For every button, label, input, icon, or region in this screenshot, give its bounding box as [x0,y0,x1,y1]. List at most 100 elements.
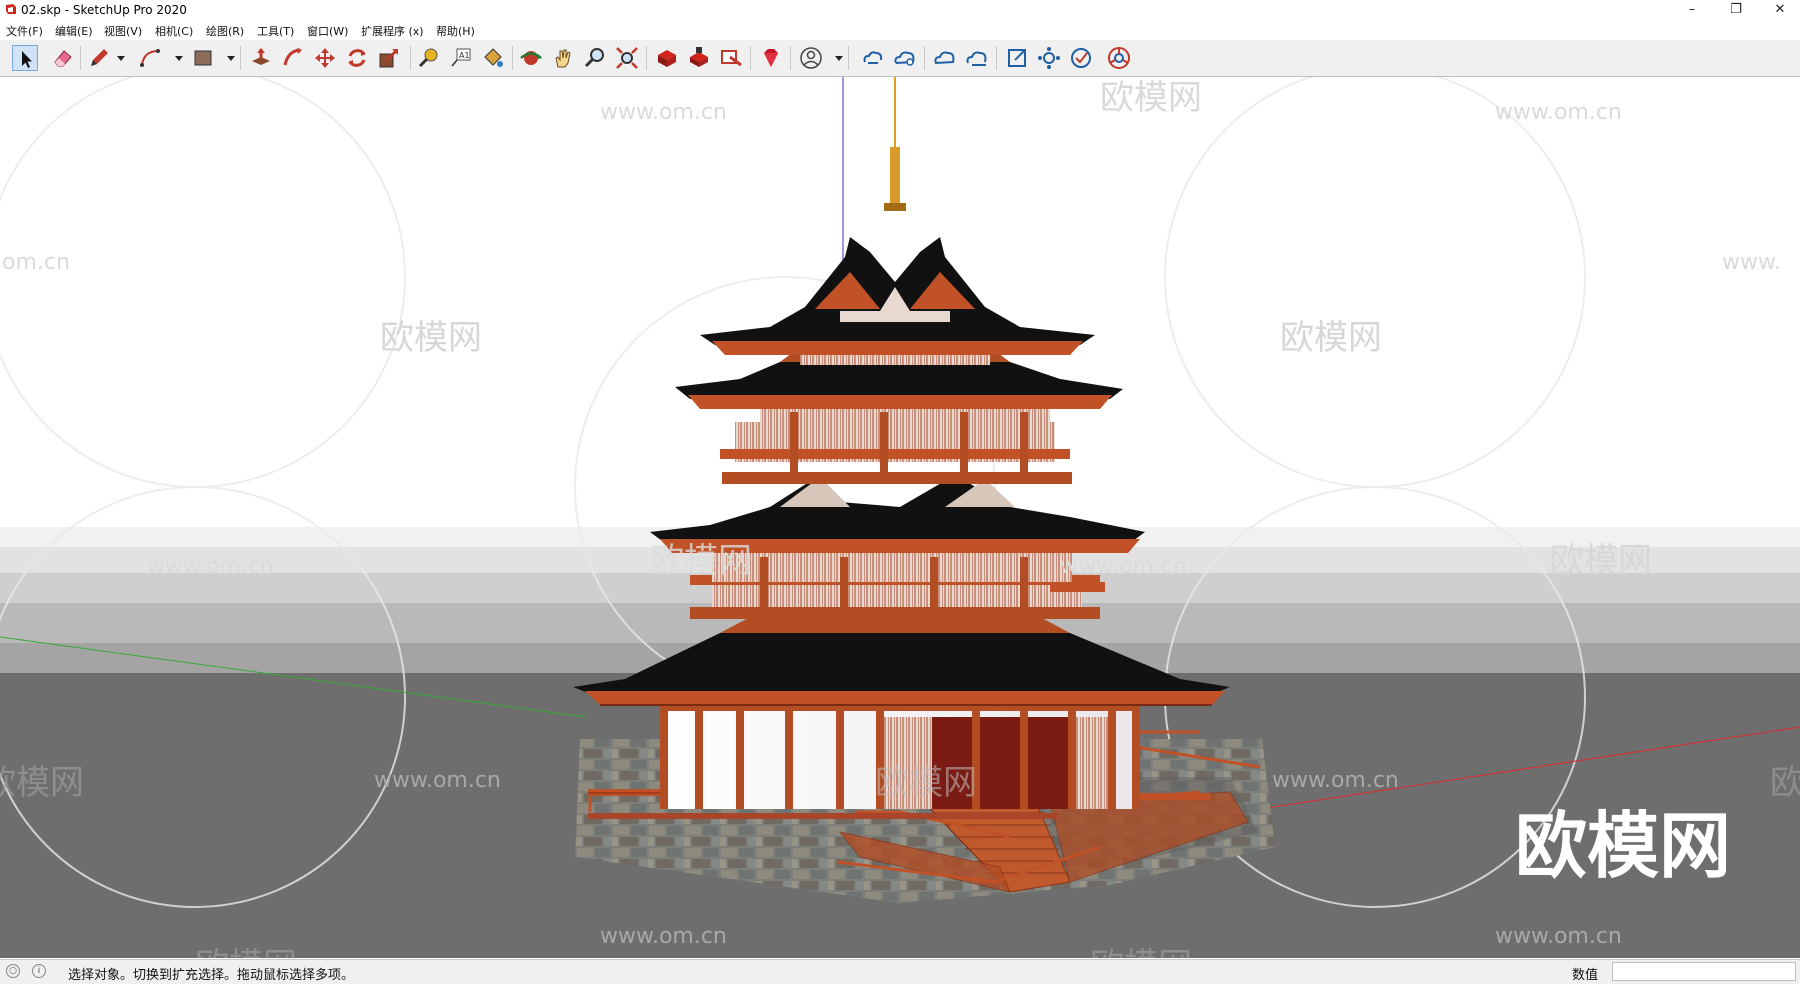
pan-tool-button[interactable] [550,45,576,71]
3d-warehouse-button[interactable] [654,45,680,71]
cloud-sync-icon [863,51,883,64]
watermark-brand: 欧模网 [875,763,977,803]
menu-help[interactable]: 帮助(H) [436,23,475,39]
user-account-icon [800,47,822,69]
ruby-console-button[interactable] [758,45,784,71]
measurements-input[interactable] [1612,962,1796,981]
second-floor [690,547,1105,619]
cloud-download-icon [966,51,987,66]
cloud-upload-button[interactable] [892,45,918,71]
scene-canvas[interactable]: 欧模网 欧模网 欧模网 欧模网 欧模网 欧模网 欧模网 欧模网 欧模网 欧 ww… [0,77,1800,958]
account-button[interactable] [798,45,824,71]
rotate-icon [348,49,366,67]
scale-tool-button[interactable] [376,45,402,71]
measurements-label: 数值 [1572,968,1599,983]
watermark-url: www.om.cn [374,768,501,793]
arc-dropdown[interactable] [166,45,183,71]
check-button[interactable] [1068,45,1094,71]
info-icon[interactable]: i [32,964,46,978]
extension-warehouse-icon [690,47,708,67]
menu-window[interactable]: 窗口(W) [307,23,348,39]
checkmark-circle-icon [1071,48,1091,68]
account-dropdown[interactable] [826,45,843,71]
text-tool-button[interactable]: A1 [448,45,474,71]
watermark-url: www.om.cn [1060,554,1187,579]
big-logo-watermark: 欧模网 [1515,804,1731,888]
orbit-tool-button[interactable] [518,45,544,71]
sketchup-logo-icon [6,4,16,14]
arc-icon [140,49,160,67]
cloud-button[interactable] [932,45,958,71]
gear-icon [1038,47,1060,69]
menu-draw[interactable]: 绘图(R) [206,23,244,39]
toolbar-separator [848,46,849,70]
scale-icon [379,48,399,68]
pencil-dropdown[interactable] [108,45,125,71]
zoom-extents-icon [616,47,638,69]
move-tool-button[interactable] [312,45,338,71]
cloud-icon [934,51,955,65]
menu-edit[interactable]: 编辑(E) [55,23,93,39]
layout-button[interactable] [718,45,744,71]
cloud-download-button[interactable] [964,45,990,71]
watermark-brand: 欧模网 [1090,946,1192,958]
toolbar-separator [410,46,411,70]
menu-tools[interactable]: 工具(T) [257,23,294,39]
zoom-extents-tool-button[interactable] [614,45,640,71]
menu-extensions[interactable]: 扩展程序 (x) [361,23,424,39]
paint-bucket-icon [484,48,503,67]
chrome-browser-icon [1108,47,1130,69]
eraser-tool-button[interactable] [50,45,76,71]
watermark-url: www.om.cn [1495,924,1622,949]
paint-bucket-tool-button[interactable] [480,45,506,71]
title-bar: 02.skp - SketchUp Pro 2020 – ❐ ✕ [0,0,1800,20]
eraser-icon [54,50,72,67]
svg-text:A1: A1 [459,51,470,60]
watermark-url: www.om.cn [600,924,727,949]
select-arrow-icon [22,51,32,68]
follow-me-tool-button[interactable] [280,45,306,71]
zoom-tool-button[interactable] [582,45,608,71]
watermark-brand: 欧模网 [1550,541,1652,581]
rectangle-tool-button[interactable] [190,45,216,71]
browser-button[interactable] [1106,45,1132,71]
watermark-brand-partial: 欧模网 [0,763,84,803]
arc-tool-button[interactable] [138,45,164,71]
shape-dropdown[interactable] [218,45,235,71]
toolbar-separator [750,46,751,70]
watermark-brand: 欧模网 [650,541,752,581]
restore-button[interactable]: ❐ [1716,0,1756,20]
select-tool-button[interactable] [12,45,38,71]
watermark-brand: 欧模网 [1280,318,1382,358]
toolbar-separator [240,46,241,70]
pagoda-finial [890,147,900,207]
model-viewport[interactable]: 欧模网 欧模网 欧模网 欧模网 欧模网 欧模网 欧模网 欧模网 欧模网 欧 ww… [0,77,1800,958]
export-button[interactable] [1004,45,1030,71]
watermark-url: www.om.cn [600,100,727,125]
menu-view[interactable]: 视图(V) [104,23,142,39]
chevron-down-icon [117,56,125,61]
move-icon [315,48,335,68]
close-button[interactable]: ✕ [1760,0,1800,20]
settings-button[interactable] [1036,45,1062,71]
tape-measure-tool-button[interactable] [416,45,442,71]
menu-file[interactable]: 文件(F) [6,23,43,39]
extension-warehouse-button[interactable] [686,45,712,71]
orbit-icon [520,51,542,65]
geo-location-icon[interactable]: ○ [6,964,20,978]
toolbar-separator [512,46,513,70]
push-pull-tool-button[interactable] [248,45,274,71]
rotate-tool-button[interactable] [344,45,370,71]
watermark-url-partial: www. [1722,250,1781,275]
cloud-sync-button[interactable] [860,45,886,71]
status-text: 选择对象。切换到扩充选择。拖动鼠标选择多项。 [68,968,355,983]
watermark-url: www.om.cn [1272,768,1399,793]
ruby-gem-icon [764,49,778,67]
minimize-button[interactable]: – [1672,0,1712,20]
pan-hand-icon [555,49,571,68]
status-bar: ○ i 选择对象。切换到扩充选择。拖动鼠标选择多项。 数值 [0,959,1800,984]
toolbar-separator [646,46,647,70]
chevron-down-icon [175,56,183,61]
menu-camera[interactable]: 相机(C) [155,23,193,39]
text-label-icon: A1 [451,48,471,67]
